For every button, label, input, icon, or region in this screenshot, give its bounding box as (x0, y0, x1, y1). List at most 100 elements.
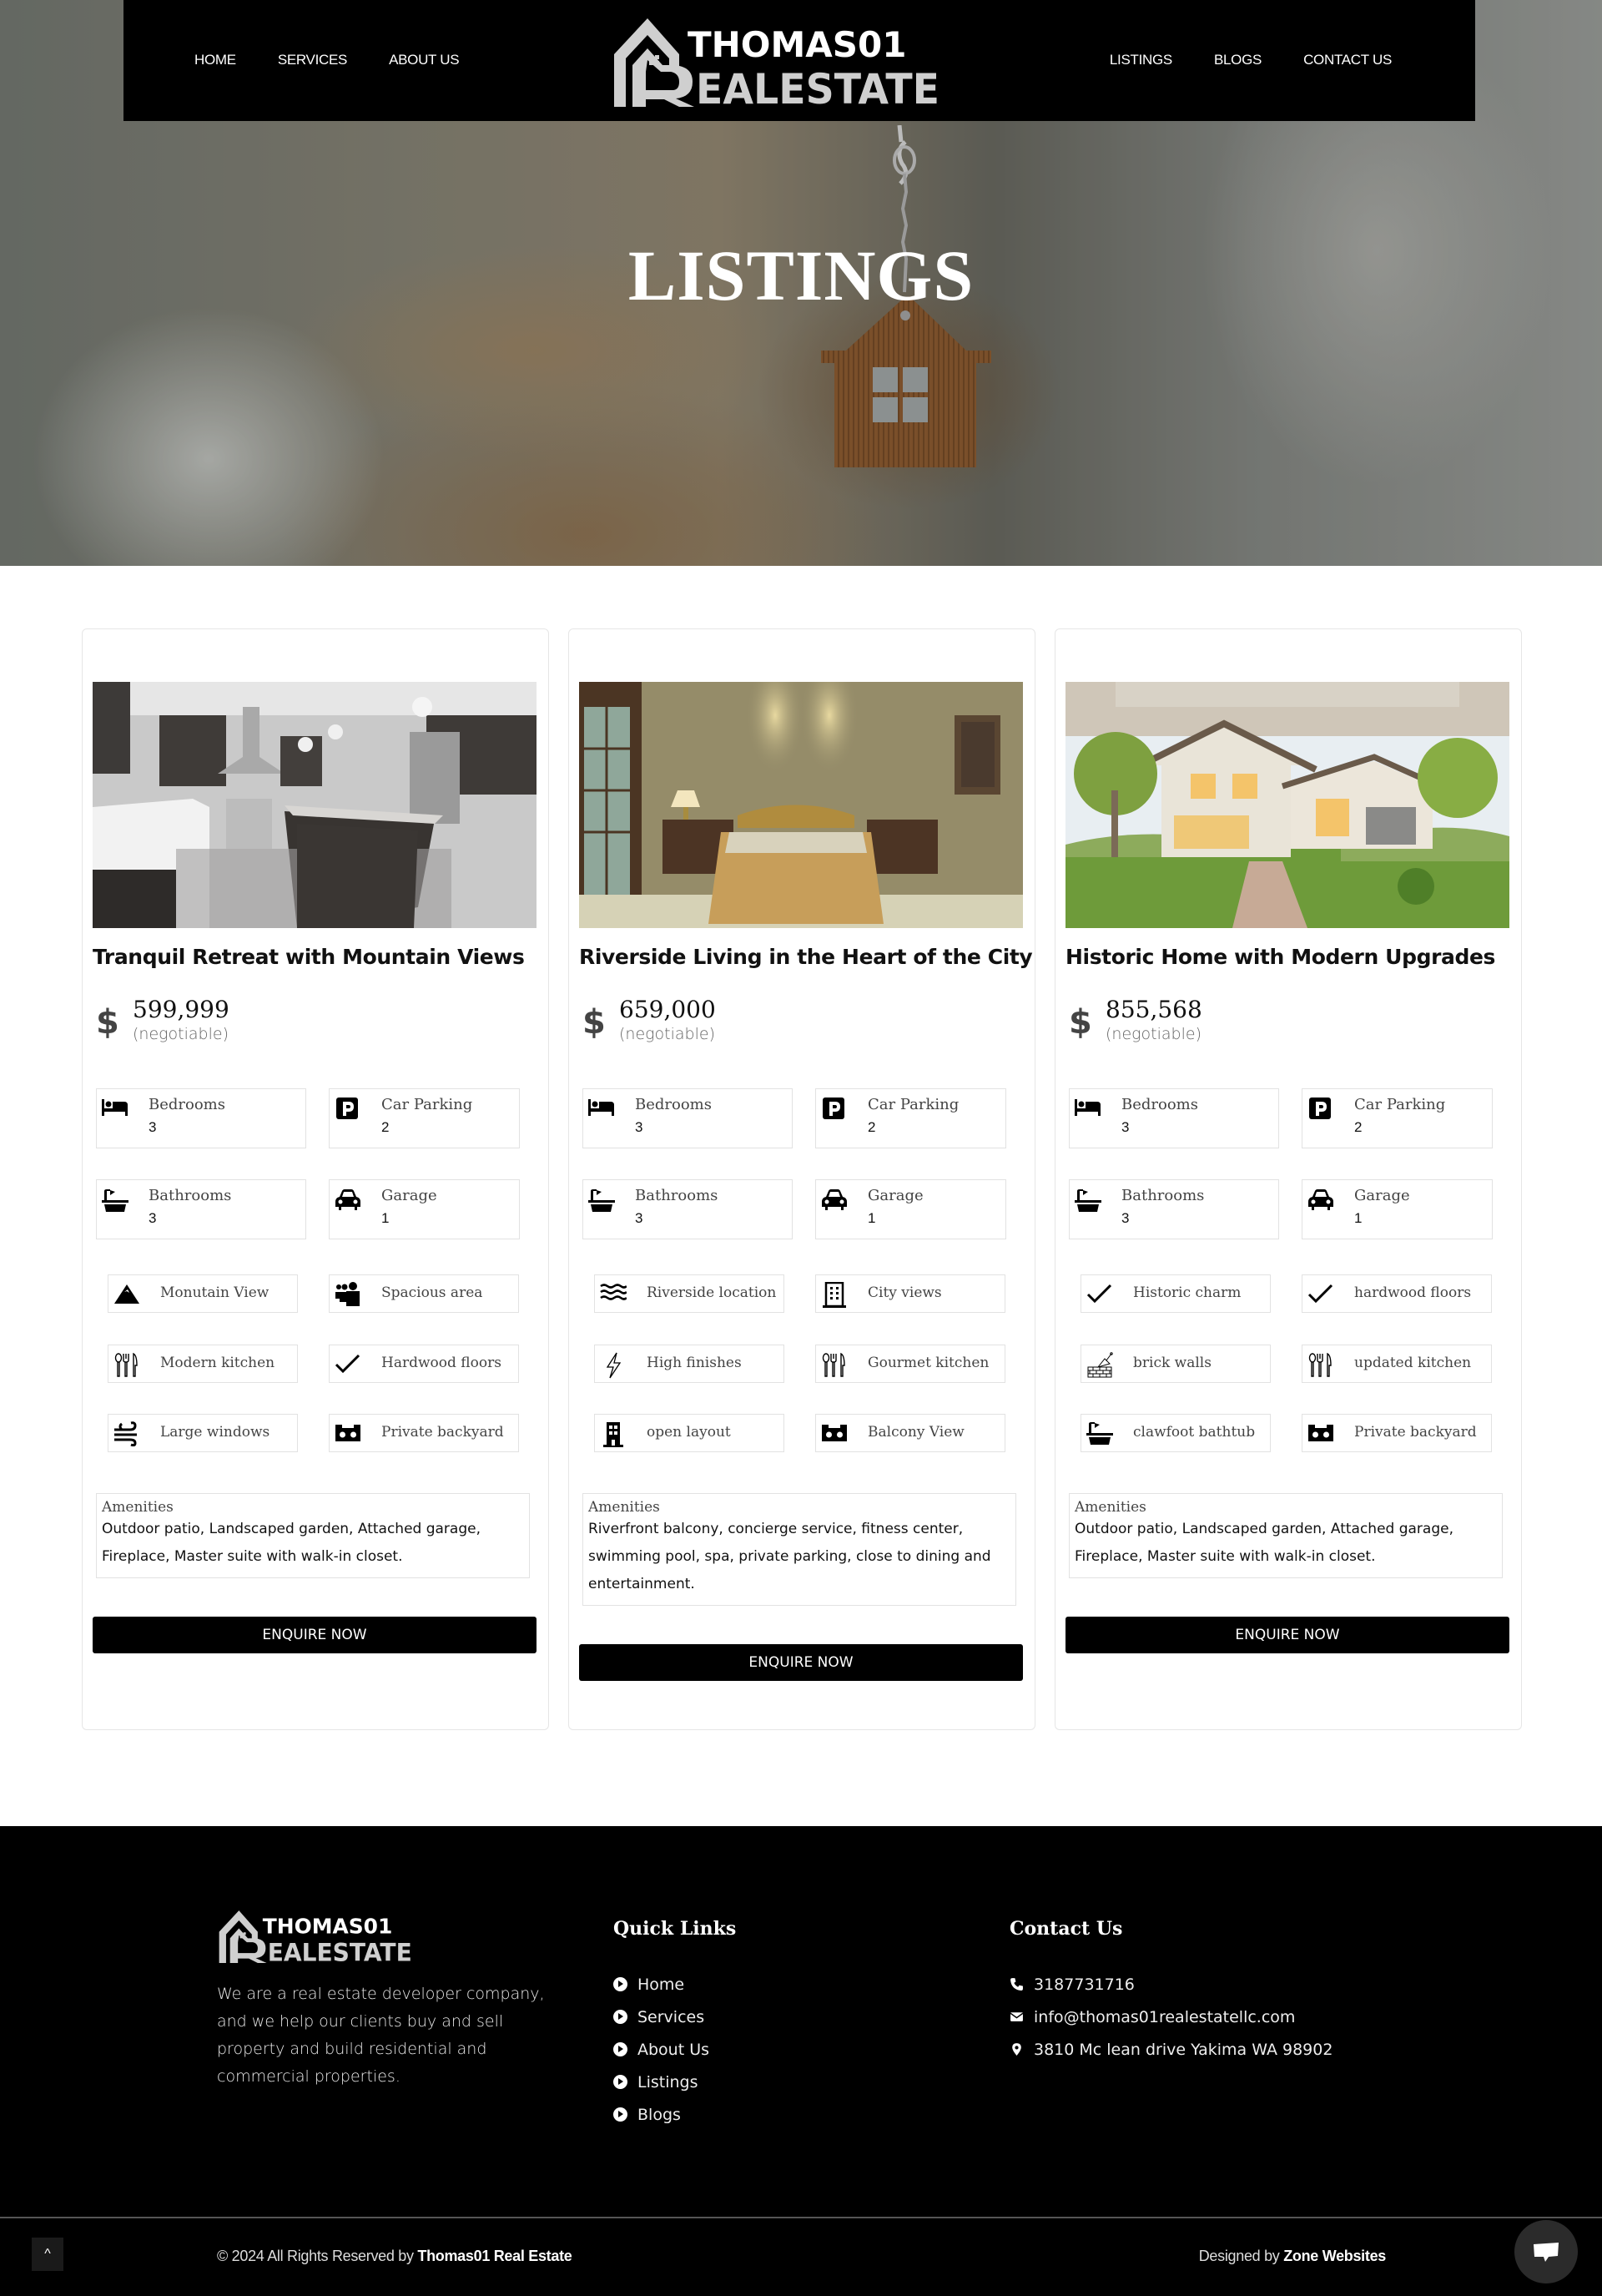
stat-bathrooms: Bathrooms 3 (582, 1179, 793, 1239)
enquire-now-button[interactable]: ENQUIRE NOW (93, 1617, 537, 1653)
nav-blogs[interactable]: BLOGS (1214, 52, 1262, 68)
feature-item: Riverside location (594, 1274, 784, 1313)
designed-by-prefix: Designed by (1198, 2248, 1284, 2264)
designed-by-text: Designed by Zone Websites (1198, 2248, 1387, 2265)
bed-icon (588, 1098, 615, 1119)
listing-photo[interactable] (93, 682, 537, 928)
stat-label: Bathrooms (635, 1187, 718, 1204)
copyright-prefix: © 2024 All Rights Reserved by (217, 2248, 418, 2264)
stat-label: Car Parking (381, 1096, 473, 1113)
footer-link-label: Listings (637, 2072, 698, 2092)
stat-bedrooms: Bedrooms 3 (96, 1088, 306, 1148)
listing-title[interactable]: Tranquil Retreat with Mountain Views (93, 945, 525, 969)
contact-address[interactable]: 3810 Mc lean drive Yakima WA 98902 (1010, 2033, 1332, 2066)
bath-icon (1075, 1188, 1101, 1212)
stat-label: Car Parking (868, 1096, 960, 1113)
arrow-circle-right-icon (613, 2042, 627, 2056)
site-logo[interactable]: THOMAS01 EALESTATE (612, 17, 942, 107)
feature-item: Spacious area (329, 1274, 519, 1313)
footer-logo[interactable]: THOMAS01 EALESTATE (218, 1910, 414, 1963)
footer-about-text: We are a real estate developer company, … (217, 1985, 545, 2086)
stat-car-parking: Car Parking 2 (329, 1088, 520, 1148)
chat-widget-button[interactable] (1514, 2220, 1578, 2283)
listing-photo[interactable] (579, 682, 1023, 928)
feature-label: High finishes (647, 1355, 742, 1371)
nav-contact-us[interactable]: CONTACT US (1303, 52, 1392, 68)
stat-value: 3 (635, 1119, 643, 1135)
feature-label: Monutain View (160, 1284, 270, 1301)
stat-label: Garage (1354, 1187, 1410, 1204)
car-icon (335, 1188, 361, 1210)
stat-bathrooms: Bathrooms 3 (1069, 1179, 1279, 1239)
dollar-icon: $ (1069, 1003, 1092, 1042)
feature-item: Large windows (108, 1414, 298, 1452)
amenities-title: Amenities (1075, 1499, 1146, 1516)
stat-value: 1 (381, 1210, 390, 1226)
feature-item: Historic charm (1081, 1274, 1271, 1313)
feature-label: Hardwood floors (381, 1355, 501, 1371)
footer-logo-realestate: EALESTATE (268, 1939, 412, 1963)
price-note: (negotiable) (133, 1025, 229, 1043)
feature-label: Balcony View (868, 1424, 965, 1441)
contact-phone[interactable]: 3187731716 (1010, 1968, 1332, 2001)
mountain-icon (113, 1282, 140, 1307)
nav-listings[interactable]: LISTINGS (1110, 52, 1172, 68)
scroll-to-top-button[interactable]: ^ (32, 2238, 63, 2271)
price-value: 659,000 (619, 996, 716, 1023)
stat-label: Bedrooms (149, 1096, 225, 1113)
map-pin-icon (1012, 2043, 1021, 2056)
feature-item: hardwood floors (1302, 1274, 1492, 1313)
footer-link-listings[interactable]: Listings (613, 2066, 709, 2098)
amenities-text: Outdoor patio, Landscaped garden, Attach… (1075, 1521, 1453, 1565)
bath-icon (1086, 1421, 1113, 1446)
footer-link-about-us[interactable]: About Us (613, 2033, 709, 2066)
feature-label: brick walls (1133, 1355, 1212, 1371)
nav-home[interactable]: HOME (194, 52, 236, 68)
stat-garage: Garage 1 (329, 1179, 520, 1239)
stat-value: 2 (1354, 1119, 1363, 1135)
feature-label: hardwood floors (1354, 1284, 1472, 1301)
copyright-text: © 2024 All Rights Reserved by Thomas01 R… (217, 2248, 572, 2265)
enquire-now-button[interactable]: ENQUIRE NOW (1065, 1617, 1509, 1653)
stat-bedrooms: Bedrooms 3 (1069, 1088, 1279, 1148)
contact-email[interactable]: info@thomas01realestatellc.com (1010, 2001, 1332, 2033)
bath-icon (588, 1188, 615, 1212)
site-footer: THOMAS01 EALESTATE We are a real estate … (0, 1826, 1602, 2296)
stat-label: Bathrooms (1121, 1187, 1205, 1204)
feature-item: Gourmet kitchen (815, 1345, 1005, 1383)
listing-card: Riverside Living in the Heart of the Cit… (568, 628, 1035, 1730)
feature-label: clawfoot bathtub (1133, 1424, 1256, 1441)
footer-link-blogs[interactable]: Blogs (613, 2098, 709, 2131)
enquire-now-button[interactable]: ENQUIRE NOW (579, 1644, 1023, 1681)
building-outline-icon (821, 1281, 848, 1308)
footer-link-services[interactable]: Services (613, 2001, 709, 2033)
feature-item: Private backyard (1302, 1414, 1492, 1452)
nav-about-us[interactable]: ABOUT US (389, 52, 460, 68)
stat-label: Bathrooms (149, 1187, 232, 1204)
nav-left-group: HOME SERVICES ABOUT US (194, 52, 460, 68)
footer-divider (0, 2217, 1602, 2218)
feature-label: Private backyard (1354, 1424, 1477, 1441)
footer-link-label: Blogs (637, 2105, 681, 2124)
designed-by-link[interactable]: Zone Websites (1283, 2248, 1386, 2264)
vr-icon (1307, 1421, 1334, 1446)
listing-photo[interactable] (1065, 682, 1509, 928)
stat-value: 2 (868, 1119, 876, 1135)
feature-item: clawfoot bathtub (1081, 1414, 1271, 1452)
listing-title[interactable]: Historic Home with Modern Upgrades (1065, 945, 1495, 969)
feature-label: open layout (647, 1424, 731, 1441)
listings-section: Tranquil Retreat with Mountain Views $599… (0, 566, 1602, 1826)
utensils-icon (821, 1352, 848, 1377)
arrow-circle-right-icon (613, 2075, 627, 2089)
nav-services[interactable]: SERVICES (278, 52, 348, 68)
listing-title[interactable]: Riverside Living in the Heart of the Cit… (579, 945, 1033, 969)
footer-link-home[interactable]: Home (613, 1968, 709, 2001)
copyright-brand: Thomas01 Real Estate (417, 2248, 572, 2264)
feature-item: Hardwood floors (329, 1345, 519, 1383)
feature-item: Monutain View (108, 1274, 298, 1313)
stat-value: 3 (149, 1119, 157, 1135)
listing-card: Historic Home with Modern Upgrades $855,5… (1055, 628, 1522, 1730)
amenities-text: Riverfront balcony, concierge service, f… (588, 1521, 991, 1592)
stat-label: Garage (868, 1187, 924, 1204)
footer-logo-thomas01: THOMAS01 (263, 1914, 392, 1938)
